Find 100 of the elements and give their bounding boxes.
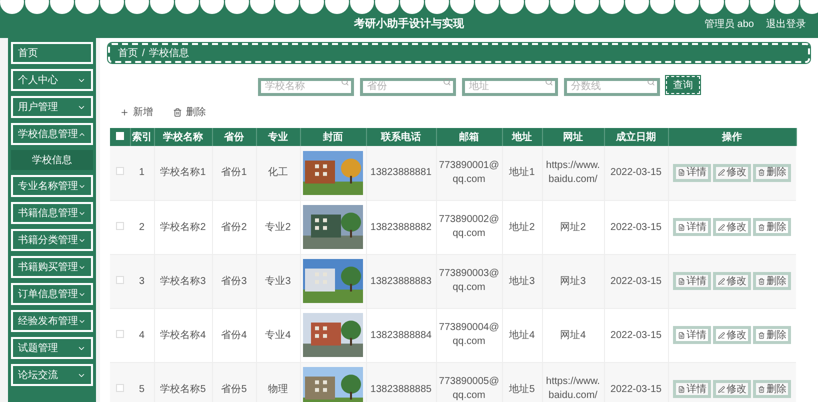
table-cell: 网址3 [560,274,586,288]
table-cell: 13823888883 [370,274,432,288]
table-cell: 地址4 [509,328,535,342]
table-cell: 2022-03-15 [610,274,662,288]
trash-icon [173,108,182,117]
sidebar-item[interactable]: 试题管理 [11,337,93,359]
sidebar-item[interactable]: 经验发布管理 [11,310,93,332]
pen-icon [718,278,726,284]
table-cell: 13823888881 [370,166,432,180]
table-cell: 773890002@qq.com [438,213,500,241]
table-cell: 网址4 [560,328,586,342]
table-cell: 2 [138,220,145,234]
app-title: 考研小助手设计与实现 [354,16,464,32]
row-action-button[interactable]: 修改 [713,218,752,236]
pen-icon [718,386,726,392]
table-cell: 13823888885 [370,382,432,396]
row-action-button[interactable]: 详情 [673,326,712,344]
row-action-button[interactable]: 删除 [753,218,792,236]
plus-icon [120,108,129,117]
row-checkbox[interactable] [116,276,124,284]
sidebar-item[interactable]: 书籍信息管理 [11,202,93,224]
table-cell: 省份2 [221,220,247,234]
search-field[interactable]: 省份 [360,78,456,96]
query-button[interactable]: 查询 [666,76,700,94]
table-cell: 网址2 [560,220,586,234]
table-cell: 地址1 [509,166,535,180]
pen-icon [718,169,726,176]
search-field[interactable]: 分数线 [564,78,660,96]
row-action-button[interactable]: 修改 [713,380,752,398]
document-icon [678,169,686,176]
table-cell: 4 [138,328,145,342]
breadcrumb-item[interactable]: 首页 [118,46,138,60]
search-icon [341,78,349,86]
table-cell: 2022-03-15 [610,382,662,396]
table-cell: 化工 [268,166,288,180]
sidebar-item[interactable]: 学校信息管理 [11,123,93,145]
table-cell: 学校名称2 [160,220,206,234]
row-action-button[interactable]: 详情 [673,272,712,290]
row-action-button[interactable]: 删除 [753,164,792,182]
row-checkbox[interactable] [116,167,124,176]
table-cell-text: https://www.baidu.com/ [545,375,601,402]
table-cell: 773890004@qq.com [438,321,500,349]
pen-icon [718,332,726,338]
breadcrumb-item[interactable]: 学校信息 [148,46,189,60]
row-checkbox[interactable] [116,222,124,230]
trash-icon [758,332,766,338]
logout-link[interactable]: 退出登录 [766,17,806,32]
trash-icon [758,386,766,392]
sidebar-item[interactable]: 论坛交流 [11,364,93,386]
table-cell: 学校名称1 [160,166,206,180]
row-checkbox[interactable] [116,330,124,338]
search-icon [443,78,451,86]
row-action-button[interactable]: 删除 [753,326,792,344]
document-icon [678,332,686,338]
row-action-button[interactable]: 详情 [673,218,712,236]
pen-icon [718,224,726,230]
table-cell: 2022-03-15 [610,220,662,234]
table-cell: 3 [138,274,145,288]
table-cell: 1 [138,166,145,180]
add-button[interactable]: 新增 [120,105,153,120]
search-field[interactable]: 地址 [462,78,558,96]
table-cell: 学校名称4 [160,328,206,342]
trash-icon [758,224,766,230]
admin-username: 管理员 abo [704,18,754,32]
sidebar-item[interactable]: 订单信息管理 [11,283,93,305]
document-icon [678,224,686,230]
table-cell: 2022-03-15 [610,328,662,342]
row-action-button[interactable]: 删除 [753,272,792,290]
table-cell: 专业3 [265,274,291,288]
table-cell: 13823888882 [370,220,432,234]
row-action-button[interactable]: 详情 [673,164,712,182]
sidebar-item[interactable]: 首页 [11,42,93,64]
table-cell: 773890003@qq.com [438,267,500,295]
table-cell: 5 [138,382,145,396]
sidebar-item[interactable]: 书籍购买管理 [11,256,93,278]
row-action-button[interactable]: 修改 [713,326,752,344]
row-checkbox[interactable] [116,384,124,392]
table-cell: 物理 [268,382,288,396]
row-action-button[interactable]: 修改 [713,164,752,182]
search-icon [647,78,655,86]
sidebar-item[interactable]: 书籍分类管理 [11,229,93,251]
sidebar-item[interactable]: 专业名称管理 [11,175,93,197]
breadcrumb-separator: / [142,46,145,60]
search-field[interactable]: 学校名称 [258,78,354,96]
sidebar-item[interactable]: 用户管理 [11,96,93,118]
document-icon [678,386,686,392]
row-action-button[interactable]: 修改 [713,272,752,290]
table-cell: 2022-03-15 [610,166,662,180]
table-cell: 省份5 [221,382,247,396]
table-cell: 学校名称3 [160,274,206,288]
table-cell: 学校名称5 [160,382,206,396]
sidebar-subitem[interactable]: 学校信息 [11,150,93,170]
sidebar-item[interactable]: 个人中心 [11,69,93,91]
table-cell: 省份1 [221,166,247,180]
delete-button[interactable]: 删除 [173,105,206,120]
table-cell: 省份3 [221,274,247,288]
trash-icon [758,278,766,284]
row-action-button[interactable]: 详情 [673,380,712,398]
row-action-button[interactable]: 删除 [753,380,792,398]
table-cell: 地址5 [509,382,535,396]
